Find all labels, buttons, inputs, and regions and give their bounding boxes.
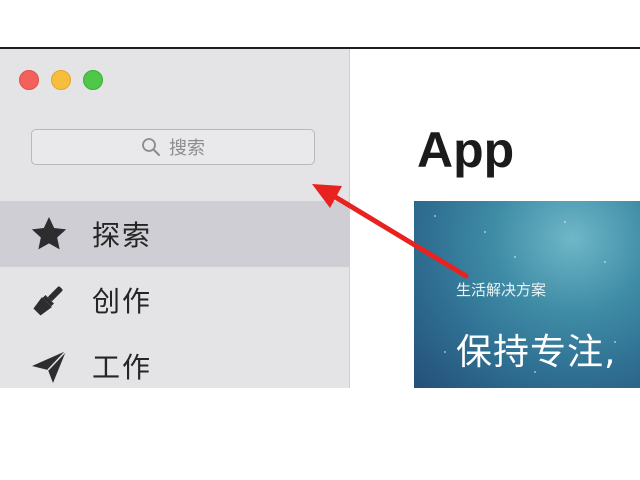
sidebar-item-label: 探索 (92, 219, 153, 252)
star-dot (434, 215, 436, 217)
sidebar-item-explore[interactable]: 探索 (0, 201, 349, 267)
page-title: App (417, 122, 515, 178)
minimize-button[interactable] (51, 70, 71, 90)
banner-headline: 保持专注, (456, 332, 617, 373)
star-dot (604, 261, 606, 263)
search-placeholder: 搜索 (169, 138, 205, 159)
sidebar-item-work[interactable]: 工作 (0, 333, 349, 388)
search-icon (141, 137, 161, 157)
sidebar-item-label: 创作 (92, 285, 153, 318)
app-store-window: 搜索 探索 创作 工作 App 生活解决方案 保持专注, (0, 49, 640, 388)
star-dot (444, 351, 446, 353)
brush-icon (27, 278, 71, 322)
sidebar: 搜索 探索 创作 工作 (0, 49, 350, 388)
star-dot (484, 231, 486, 233)
sidebar-item-label: 工作 (92, 351, 153, 384)
sidebar-item-create[interactable]: 创作 (0, 267, 349, 333)
maximize-button[interactable] (83, 70, 103, 90)
close-button[interactable] (19, 70, 39, 90)
main-content: App 生活解决方案 保持专注, (350, 49, 640, 388)
star-dot (564, 221, 566, 223)
search-field[interactable]: 搜索 (31, 129, 315, 165)
featured-banner[interactable]: 生活解决方案 保持专注, (414, 201, 640, 388)
paper-plane-icon (27, 344, 71, 388)
banner-subtitle: 生活解决方案 (456, 281, 547, 299)
star-dot (514, 256, 516, 258)
star-icon (27, 212, 71, 256)
